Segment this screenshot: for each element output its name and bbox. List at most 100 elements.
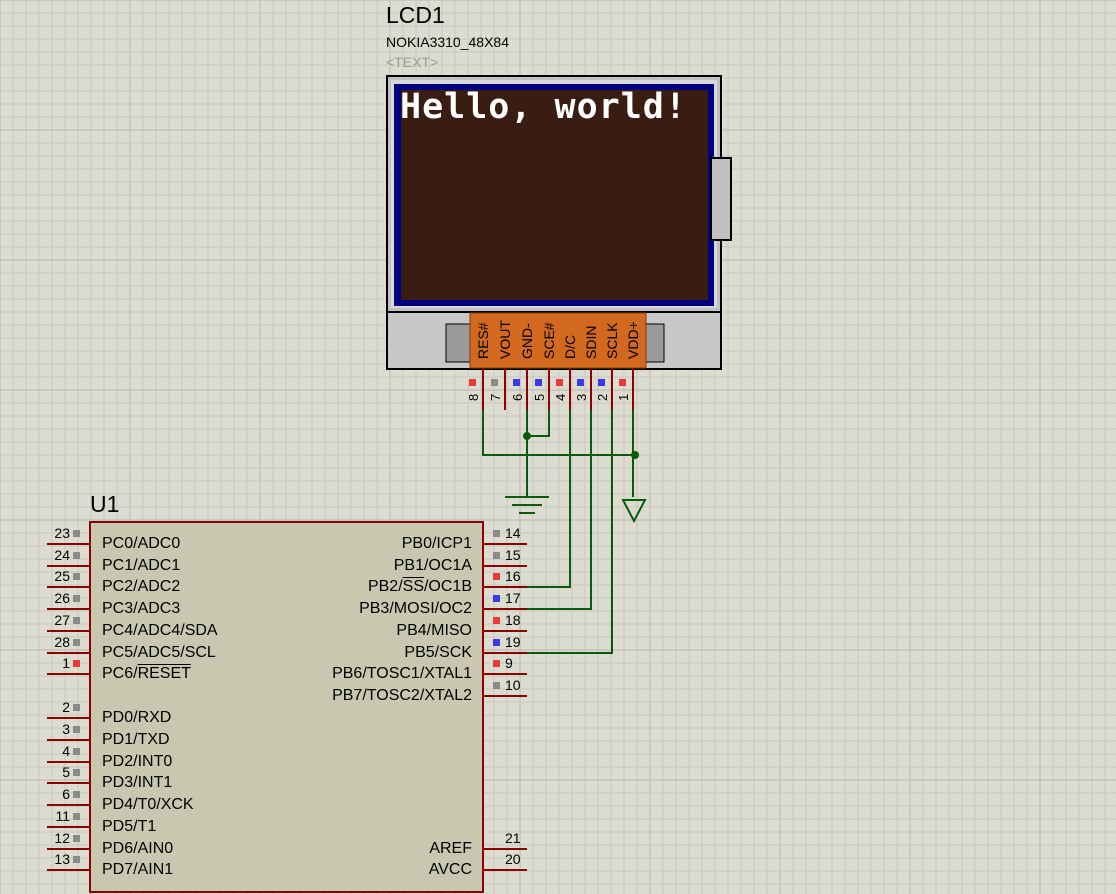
lcd-reference-label[interactable]: LCD1 bbox=[386, 4, 445, 27]
mcu-pin-state-indicator bbox=[73, 726, 80, 733]
lcd-pin-state-indicator bbox=[619, 379, 626, 386]
mcu-pin-label: PB5/SCK bbox=[404, 644, 472, 661]
mcu-pin-label: PC3/ADC3 bbox=[102, 600, 181, 617]
mcu-pin-state-indicator bbox=[73, 573, 80, 580]
mcu-pin-label: AREF bbox=[429, 840, 472, 857]
mcu-pin-state-indicator bbox=[73, 660, 80, 667]
lcd-pin-number: 3 bbox=[574, 393, 589, 401]
mcu-pin-label: PB3/MOSI/OC2 bbox=[359, 600, 472, 617]
lcd-pin-state-indicator bbox=[491, 379, 498, 386]
lcd-pin-number: 7 bbox=[488, 393, 503, 401]
mcu-pin-label: PD0/RXD bbox=[102, 709, 172, 726]
mcu-pin-label: PD6/AIN0 bbox=[102, 840, 174, 857]
mcu-pin-state-indicator bbox=[73, 791, 80, 798]
mcu-pin-label: PB7/TOSC2/XTAL2 bbox=[332, 687, 472, 704]
mcu-pin-state-indicator bbox=[493, 660, 500, 667]
schematic-canvas[interactable]: LCD1 NOKIA3310_48X84 <TEXT> Hello, world… bbox=[0, 0, 1116, 894]
mcu-pin-label: PD2/INT0 bbox=[102, 753, 173, 770]
mcu-reference-label[interactable]: U1 bbox=[90, 493, 119, 516]
mcu-pin-label: PB2/SS/OC1B bbox=[367, 578, 472, 595]
lcd-pin-number: 4 bbox=[553, 393, 568, 401]
lcd-pin-label: VDD+ bbox=[625, 321, 641, 359]
mcu-pin-state-indicator bbox=[73, 595, 80, 602]
mcu-pin-number: 16 bbox=[505, 568, 521, 584]
mcu-pin-number: 24 bbox=[54, 547, 70, 563]
mcu-pin-number: 2 bbox=[62, 699, 70, 715]
mcu-pin-number: 1 bbox=[62, 655, 70, 671]
lcd-pin-state-indicator bbox=[513, 379, 520, 386]
mcu-pin-label: PB6/TOSC1/XTAL1 bbox=[332, 665, 472, 682]
mcu-pin-number: 10 bbox=[505, 677, 521, 693]
mcu-pin-label: AVCC bbox=[428, 861, 472, 878]
mcu-pin-state-indicator bbox=[493, 617, 500, 624]
mcu-pin-state-indicator bbox=[493, 530, 500, 537]
lcd-pin-label: SCE# bbox=[541, 322, 557, 359]
lcd-value-label[interactable]: NOKIA3310_48X84 bbox=[386, 35, 509, 49]
mcu-pin-label: PD1/TXD bbox=[102, 731, 170, 748]
lcd-pin-number: 6 bbox=[510, 393, 525, 401]
mcu-pin-state-indicator bbox=[73, 639, 80, 646]
mcu-pin-state-indicator bbox=[73, 813, 80, 820]
mcu-pin-label: PB1/OC1A bbox=[393, 557, 472, 574]
mcu-pin-number: 25 bbox=[54, 568, 70, 584]
mcu-pin-state-indicator bbox=[493, 573, 500, 580]
mcu-pin-number: 28 bbox=[54, 634, 70, 650]
wire-sdin-pb3 bbox=[527, 410, 592, 610]
lcd-display-message: Hello, world! bbox=[400, 87, 687, 127]
lcd-pin-number: 2 bbox=[595, 393, 610, 401]
mcu-pin-state-indicator bbox=[493, 682, 500, 689]
mcu-pin-number: 20 bbox=[505, 851, 521, 867]
mcu-pin-number: 19 bbox=[505, 634, 521, 650]
power-symbol bbox=[621, 499, 647, 524]
mcu-pin-label: PC1/ADC1 bbox=[102, 557, 181, 574]
lcd-pin-label: SDIN bbox=[583, 325, 599, 359]
mcu-pin-state-indicator bbox=[73, 856, 80, 863]
mcu-pin-state-indicator bbox=[73, 552, 80, 559]
lcd-pin-number: 1 bbox=[616, 393, 631, 401]
mcu-pin-number: 5 bbox=[62, 764, 70, 780]
mcu-pin-label: PD3/INT1 bbox=[102, 774, 173, 791]
mcu-pin-number: 11 bbox=[55, 808, 70, 824]
junction-dot bbox=[631, 451, 639, 459]
lcd-text-field[interactable]: <TEXT> bbox=[386, 55, 438, 69]
lcd-pin-label: VOUT bbox=[497, 320, 513, 359]
lcd-pin-label: GND- bbox=[519, 323, 535, 359]
mcu-pin-state-indicator bbox=[73, 769, 80, 776]
lcd-pin-state-indicator bbox=[469, 379, 476, 386]
lcd-pin-label: RES# bbox=[475, 322, 491, 359]
mcu-pin-label: PC5/ADC5/SCL bbox=[102, 644, 216, 661]
mcu-pin-number: 15 bbox=[505, 547, 521, 563]
lcd-pin-state-indicator bbox=[556, 379, 563, 386]
mcu-pin-state-indicator bbox=[73, 748, 80, 755]
mcu-pin-label: PD5/T1 bbox=[102, 818, 157, 835]
lcd-pin-state-indicator bbox=[577, 379, 584, 386]
mcu-pin-label: PC4/ADC4/SDA bbox=[102, 622, 218, 639]
mcu-pin-label: PD4/T0/XCK bbox=[102, 796, 194, 813]
lcd-pin-state-indicator bbox=[598, 379, 605, 386]
mcu-pin-number: 13 bbox=[54, 851, 70, 867]
lcd-pin-label: SCLK bbox=[604, 322, 620, 359]
mcu-pin-number: 12 bbox=[54, 830, 70, 846]
mcu-pin-number: 23 bbox=[54, 525, 70, 541]
mcu-pin-state-indicator bbox=[73, 530, 80, 537]
mcu-pin-label: PC2/ADC2 bbox=[102, 578, 181, 595]
lcd-side-tab bbox=[710, 157, 732, 241]
mcu-pin-number: 3 bbox=[62, 721, 70, 737]
junction-dot bbox=[523, 432, 531, 440]
lcd-pin-label: D/C bbox=[562, 334, 578, 359]
mcu-pin-label: PC6/RESET bbox=[102, 665, 191, 682]
lcd-pin-number: 8 bbox=[466, 393, 481, 401]
mcu-pin-state-indicator bbox=[73, 835, 80, 842]
mcu-pin-number: 17 bbox=[505, 590, 521, 606]
mcu-pin-number: 4 bbox=[62, 743, 70, 759]
mcu-pin-number: 26 bbox=[54, 590, 70, 606]
lcd-pin-number: 5 bbox=[532, 393, 547, 401]
wire-gnd-sce bbox=[526, 410, 550, 437]
mcu-pin-state-indicator bbox=[73, 704, 80, 711]
mcu-pin-number: 21 bbox=[505, 830, 521, 846]
mcu-pin-state-indicator bbox=[493, 552, 500, 559]
mcu-pin-number: 27 bbox=[54, 612, 70, 628]
mcu-pin-state-indicator bbox=[493, 595, 500, 602]
mcu-pin-label: PB0/ICP1 bbox=[401, 535, 472, 552]
mcu-pin-number: 18 bbox=[505, 612, 521, 628]
